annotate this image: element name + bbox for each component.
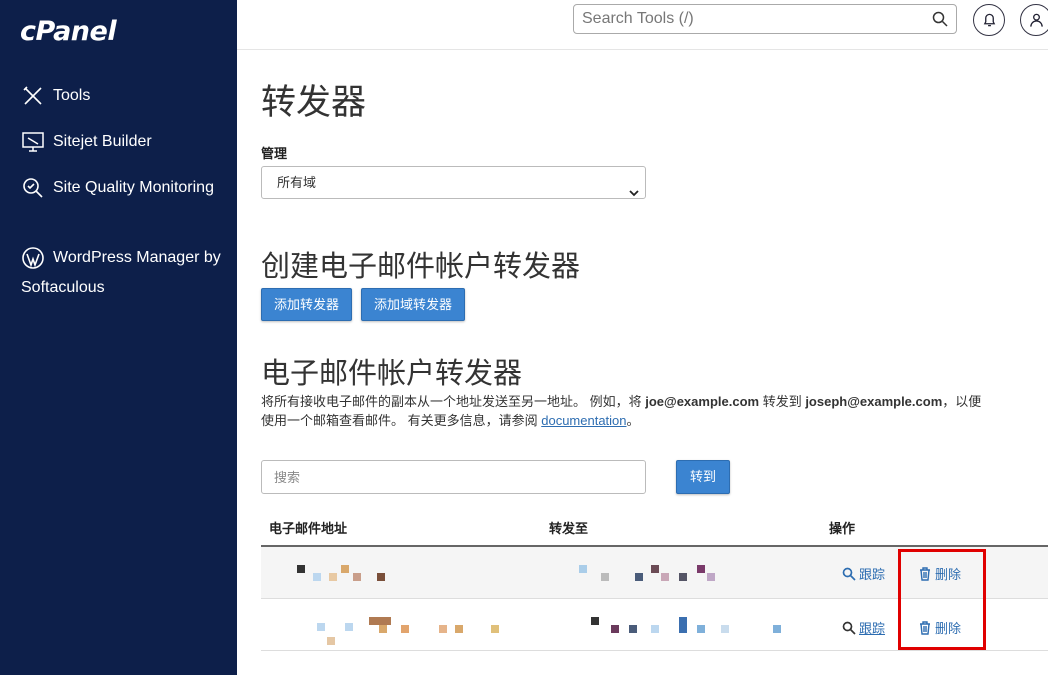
wordpress-icon xyxy=(21,246,45,270)
table-header: 电子邮件地址 转发至 操作 xyxy=(261,512,1048,547)
domain-select-value: 所有域 xyxy=(277,175,317,190)
sidebar-item-site-quality[interactable]: Site Quality Monitoring xyxy=(21,173,226,203)
sidebar-item-label: Sitejet Builder xyxy=(53,133,152,150)
site-quality-icon xyxy=(21,176,45,200)
forwarder-search-box[interactable] xyxy=(261,460,646,494)
email-address-redacted xyxy=(269,565,399,581)
tools-search-input[interactable] xyxy=(574,5,914,33)
search-icon xyxy=(842,567,856,581)
highlight-box xyxy=(898,549,986,650)
sidebar-item-label: WordPress Manager by Softaculous xyxy=(21,249,221,297)
add-forwarder-button[interactable]: 添加转发器 xyxy=(261,288,353,321)
trace-action[interactable]: 跟踪 xyxy=(842,618,885,637)
desc-text: 。 xyxy=(626,413,640,428)
column-header-forward-to[interactable]: 转发至 xyxy=(549,518,588,537)
column-header-email[interactable]: 电子邮件地址 xyxy=(269,518,347,537)
top-bar xyxy=(237,0,1048,50)
create-forwarder-heading: 创建电子邮件帐户转发器 xyxy=(261,249,581,283)
desc-text: 将所有接收电子邮件的副本从一个地址发送至另一地址。 例如，将 xyxy=(261,394,646,409)
forward-target-redacted xyxy=(551,613,801,633)
desc-text: 转发到 xyxy=(759,394,806,409)
documentation-link[interactable]: documentation xyxy=(541,413,626,428)
manage-label: 管理 xyxy=(261,146,288,161)
user-icon xyxy=(1030,13,1043,27)
page-title: 转发器 xyxy=(261,83,367,123)
search-icon xyxy=(842,621,856,635)
sidebar-item-label: Site Quality Monitoring xyxy=(53,179,214,196)
forwarder-search-input[interactable] xyxy=(262,461,632,493)
trace-label: 跟踪 xyxy=(859,567,886,582)
notifications-button[interactable] xyxy=(973,4,1005,36)
trace-label: 跟踪 xyxy=(859,621,886,636)
column-header-actions: 操作 xyxy=(829,521,856,536)
trace-action[interactable]: 跟踪 xyxy=(842,564,885,583)
tools-search-box[interactable] xyxy=(573,4,957,34)
domain-select[interactable]: 所有域 xyxy=(261,166,646,199)
bell-icon xyxy=(983,13,996,27)
sidebar-item-label: Tools xyxy=(53,87,91,104)
email-address-redacted xyxy=(269,613,519,645)
add-domain-forwarder-button[interactable]: 添加域转发器 xyxy=(361,288,466,321)
user-menu-button[interactable] xyxy=(1020,4,1048,36)
sidebar: cPanel Tools Sitejet Builder Site Qualit… xyxy=(0,0,237,675)
cpanel-logo[interactable]: cPanel xyxy=(20,16,117,47)
forwarders-description: 将所有接收电子邮件的副本从一个地址发送至另一地址。 例如，将 joe@examp… xyxy=(261,392,1048,430)
main-content: 转发器 管理 所有域 创建电子邮件帐户转发器 添加转发器 添加域转发器 电子邮件… xyxy=(237,50,1048,675)
go-button[interactable]: 转到 xyxy=(676,460,731,494)
forward-target-redacted xyxy=(551,565,751,581)
sitejet-icon xyxy=(21,130,45,154)
desc-text: ，以便 xyxy=(942,394,982,409)
sidebar-item-sitejet[interactable]: Sitejet Builder xyxy=(21,127,226,157)
desc-text: 使用一个邮箱查看邮件。 有关更多信息，请参阅 xyxy=(261,413,542,428)
desc-example-source: joe@example.com xyxy=(645,394,760,409)
email-forwarders-heading: 电子邮件帐户转发器 xyxy=(261,356,523,390)
desc-example-target: joseph@example.com xyxy=(805,394,943,409)
search-icon[interactable] xyxy=(932,11,948,27)
tools-icon xyxy=(21,84,45,108)
chevron-down-icon xyxy=(629,178,639,197)
sidebar-item-wordpress[interactable]: WordPress Manager by Softaculous xyxy=(21,243,226,303)
sidebar-item-tools[interactable]: Tools xyxy=(21,81,226,111)
